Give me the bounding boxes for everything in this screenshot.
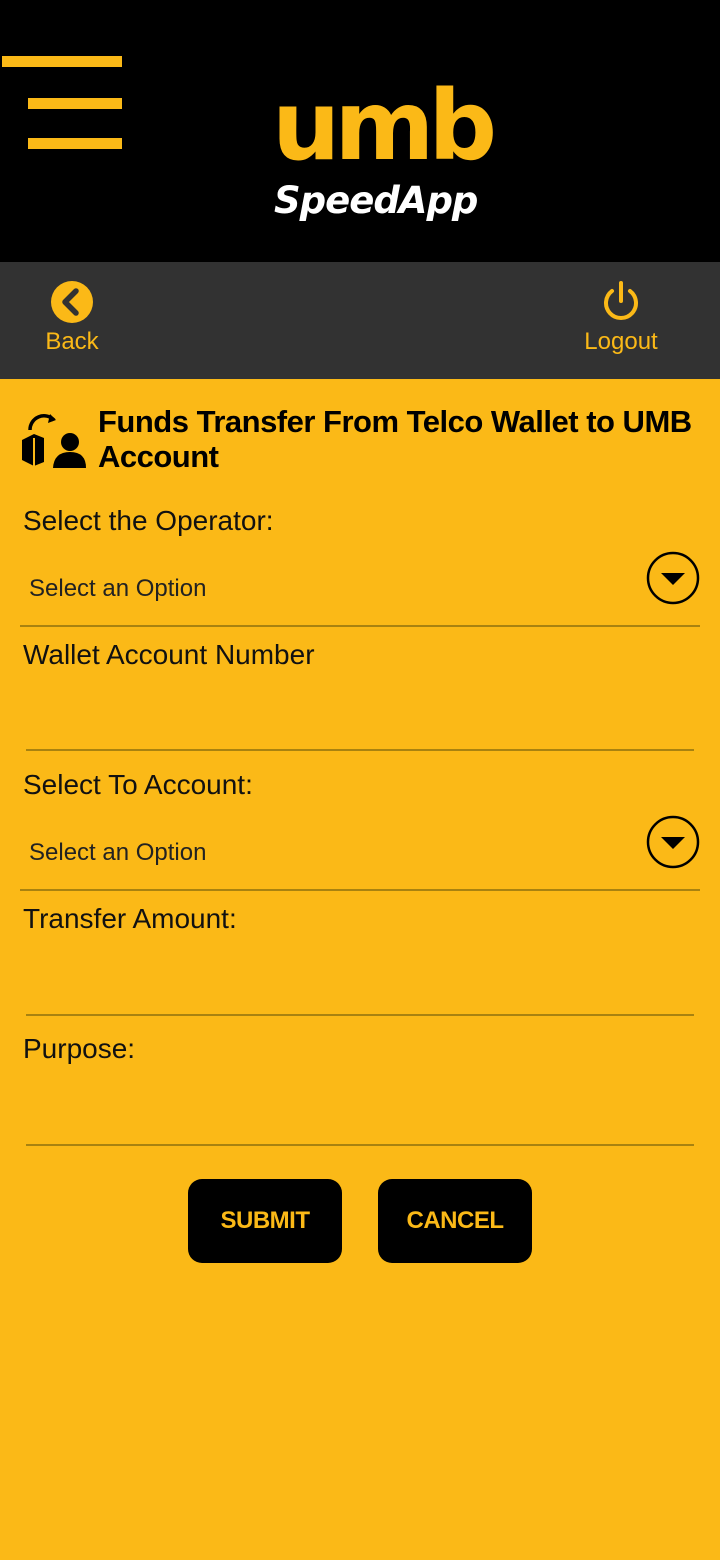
wallet-account-underline (26, 749, 694, 751)
to-account-select[interactable]: Select an Option (20, 815, 700, 891)
dropdown-arrow-icon[interactable] (646, 815, 700, 869)
operator-underline (20, 625, 700, 627)
transfer-amount-input[interactable] (26, 965, 694, 1009)
to-account-select-value: Select an Option (29, 839, 207, 866)
logo-speedapp-text: SpeedApp (274, 179, 478, 222)
navigation-bar: Back Logout (0, 262, 720, 379)
umb-speedapp-logo: umb SpeedApp (272, 78, 497, 232)
submit-button[interactable]: SUBMIT (188, 1179, 342, 1263)
transfer-amount-label: Transfer Amount: (23, 903, 237, 934)
power-icon (604, 281, 638, 320)
cancel-button[interactable]: CANCEL (378, 1179, 532, 1263)
to-account-label: Select To Account: (23, 769, 253, 800)
operator-select[interactable]: Select an Option (20, 551, 700, 627)
logout-button[interactable]: Logout (576, 280, 666, 356)
back-label: Back (45, 328, 99, 355)
wallet-account-input[interactable] (26, 700, 694, 744)
page-title: Funds Transfer From Telco Wallet to UMB … (98, 404, 692, 474)
dropdown-arrow-icon[interactable] (646, 551, 700, 605)
operator-select-value: Select an Option (29, 575, 207, 602)
wallet-account-label: Wallet Account Number (23, 639, 315, 670)
purpose-label: Purpose: (23, 1033, 136, 1064)
back-button[interactable]: Back (40, 280, 104, 356)
transfer-amount-underline (26, 1014, 694, 1016)
purpose-input[interactable] (26, 1095, 694, 1139)
to-account-underline (20, 889, 700, 891)
purpose-underline (26, 1144, 694, 1146)
back-arrow-icon (51, 281, 93, 323)
operator-label: Select the Operator: (23, 505, 274, 536)
wallet-transfer-icon (22, 414, 86, 468)
logout-label: Logout (584, 328, 658, 355)
app-header: umb SpeedApp (0, 0, 720, 262)
logo-umb-text: umb (272, 70, 497, 182)
hamburger-menu-icon[interactable] (0, 52, 126, 152)
page-title-row: Funds Transfer From Telco Wallet to UMB … (20, 404, 700, 476)
